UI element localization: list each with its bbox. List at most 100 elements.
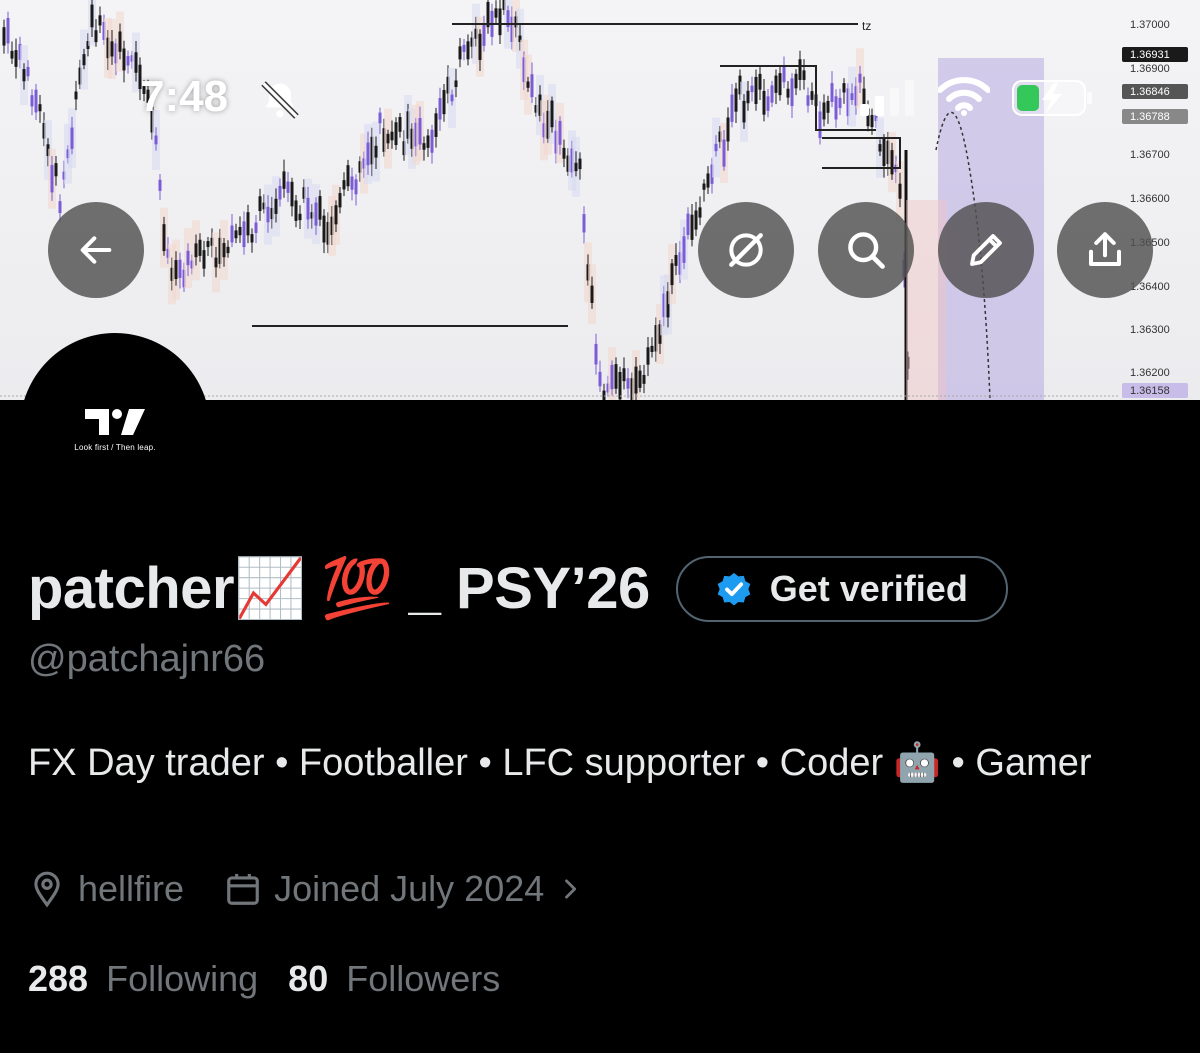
get-verified-button[interactable]: Get verified [675, 556, 1008, 622]
candle-body [34, 89, 38, 113]
candle-body [126, 56, 130, 66]
candle-body [598, 371, 602, 387]
candle-body [742, 100, 746, 123]
battery-charging-icon [1012, 80, 1092, 116]
candle-body [602, 390, 606, 400]
following-link[interactable]: 288 Following [28, 958, 258, 1000]
candle-body [766, 96, 770, 111]
bio: FX Day trader • Footballer • LFC support… [28, 742, 1092, 784]
location-text: hellfire [78, 868, 185, 909]
candle-body [230, 225, 234, 243]
display-name: patcher📈 💯 _ PSY’26 [28, 556, 650, 621]
candle-body [238, 226, 242, 236]
back-button[interactable] [48, 202, 144, 298]
candle-body [338, 193, 342, 208]
avatar[interactable]: Look first / Then leap. [20, 333, 210, 523]
candle-body [54, 163, 58, 177]
candle-body [314, 202, 318, 226]
candle-body [706, 173, 710, 188]
candle-body [162, 224, 166, 252]
candle-body [746, 90, 750, 104]
candle-body [374, 145, 378, 158]
price-axis-label: 1.36300 [1130, 324, 1170, 336]
candle-body [366, 142, 370, 166]
candle-body [122, 48, 126, 71]
candle-body [178, 259, 182, 278]
candle-body [478, 33, 482, 60]
search-icon [848, 232, 885, 269]
candle-body [250, 234, 254, 243]
price-axis-label: 1.36846 [1130, 86, 1170, 98]
candle-body [294, 200, 298, 221]
follow-stats: 288 Following 80 Followers [28, 958, 500, 1000]
cellular-signal-icon [860, 80, 914, 116]
candle-body [346, 165, 350, 187]
price-axis-label: 1.36788 [1130, 111, 1170, 123]
candle-body [418, 118, 422, 145]
share-icon [1088, 232, 1122, 267]
candle-body [74, 91, 78, 100]
candle-body [154, 135, 158, 145]
price-axis-label: 1.36158 [1130, 385, 1170, 397]
candle-body [870, 115, 874, 128]
candle-body [802, 70, 806, 80]
candle-body [426, 135, 430, 148]
price-axis-label: 1.36600 [1130, 193, 1170, 205]
candle-body [98, 15, 102, 26]
get-verified-label: Get verified [769, 568, 968, 609]
profile-banner[interactable]: tz 1.37000 1.36931 1.36900 1.36846 1.36788 1.… [0, 0, 1200, 400]
edit-button[interactable] [938, 202, 1034, 298]
candle-body [754, 76, 758, 104]
candle-body [726, 117, 730, 142]
price-axis-label: 1.36900 [1130, 63, 1170, 75]
candle-body [694, 210, 698, 230]
candle-body [526, 81, 530, 88]
candle-body [434, 113, 438, 137]
candle-body [530, 74, 534, 98]
avatar-tagline: Look first / Then leap. [74, 442, 156, 452]
candle-body [298, 213, 302, 221]
candle-body [206, 241, 210, 248]
candle-body [734, 88, 738, 112]
candle-body [626, 378, 630, 389]
candle-body [494, 8, 498, 18]
candle-body [450, 94, 454, 102]
candle-body [790, 78, 794, 107]
candle-body [646, 347, 650, 365]
candle-body [730, 94, 734, 122]
candle-body [770, 85, 774, 103]
candle-body [274, 198, 278, 214]
candle-body [698, 207, 702, 218]
candle-body [594, 343, 598, 365]
candle-body [50, 165, 54, 193]
candle-body [898, 183, 902, 199]
search-button[interactable] [818, 202, 914, 298]
candle-body [82, 54, 86, 66]
candle-body [386, 133, 390, 144]
candle-body [422, 143, 426, 150]
followers-link[interactable]: 80 Followers [288, 958, 500, 1000]
status-time: 7:48 [140, 72, 229, 121]
candle-body [610, 364, 614, 390]
candle-body [798, 59, 802, 80]
candle-body [290, 181, 294, 207]
candle-body [810, 91, 814, 100]
candle-body [826, 100, 830, 113]
candle-body [482, 23, 486, 46]
grok-button[interactable] [698, 202, 794, 298]
candle-body [378, 112, 382, 124]
candle-body [578, 158, 582, 170]
candle-body [26, 66, 30, 77]
candle-body [174, 260, 178, 279]
candle-body [454, 80, 458, 88]
candle-body [822, 102, 826, 120]
candle-body [438, 98, 442, 120]
share-button[interactable] [1057, 202, 1153, 298]
candle-body [842, 83, 846, 93]
candle-body [558, 120, 562, 145]
join-date[interactable]: Joined July 2024 [224, 868, 584, 910]
candle-body [322, 215, 326, 243]
arrow-left-icon [80, 236, 112, 264]
candle-body [110, 41, 114, 57]
chevron-right-icon [565, 879, 577, 899]
